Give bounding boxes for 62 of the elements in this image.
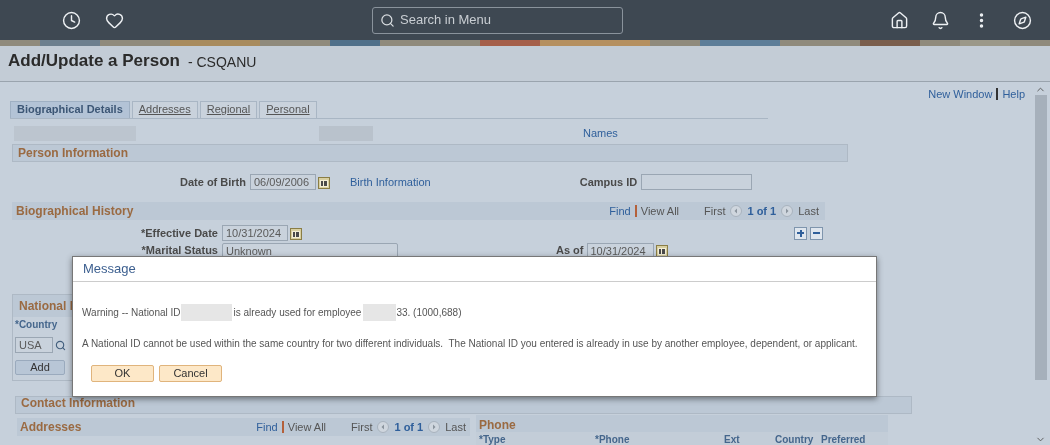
birth-information-link[interactable]: Birth Information [350,173,431,191]
find-link[interactable]: Find [609,202,631,220]
view-all-link[interactable]: View All [640,202,680,220]
section-header: Contact Information [15,396,912,414]
warning-text: 33. (1000,688) [396,306,462,320]
column-header: Country [774,432,815,445]
home-icon[interactable] [890,10,909,30]
search-icon [380,12,395,28]
heart-icon[interactable] [105,10,124,30]
field-label: *Marital Status [140,243,219,259]
first-link[interactable]: First [704,202,726,220]
redacted-block [180,304,232,321]
page-title: Add/Update a Person [8,49,180,72]
section-header: Person Information [12,144,848,162]
calendar-icon[interactable] [318,175,330,189]
tab[interactable]: Biographical Details [10,101,130,118]
calendar-icon[interactable] [290,226,302,240]
page-count: 1 of 1 [394,419,424,435]
dialog-title: Message [83,260,136,279]
section-header: Addresses Find View All First 1 of 1 Last [17,418,470,436]
calendar-icon[interactable] [655,244,668,257]
field-label: Date of Birth [179,174,247,190]
effective-date-field[interactable]: 10/31/2024 [222,225,288,241]
cancel-button[interactable]: Cancel [159,365,222,382]
tab[interactable]: Personal [259,101,317,118]
new-window-link[interactable]: New Window [928,85,993,103]
date-of-birth-field[interactable]: 06/09/2006 [250,174,316,190]
history-icon[interactable] [62,10,81,30]
last-link[interactable]: Last [798,202,819,220]
column-header: *Type [478,432,507,445]
delete-row-button[interactable] [810,226,823,240]
search-field[interactable]: Search in Menu [372,6,623,34]
field-label: Campus ID [579,174,639,190]
column-header: Preferred [820,432,867,445]
field-label: As of [556,243,585,259]
find-link[interactable]: Find [256,418,278,436]
warning-text: Warning -- National ID [82,306,181,320]
country-field[interactable]: USA [15,337,53,353]
ok-button[interactable]: OK [91,365,154,382]
notification-icon[interactable] [931,10,950,30]
names-link[interactable]: Names [583,124,618,142]
last-link[interactable]: Last [445,418,466,436]
page-count: 1 of 1 [747,203,777,219]
column-header: *Phone [594,432,631,445]
add-row-button[interactable] [794,226,807,240]
warning-text: is already used for employee [233,306,362,320]
lookup-icon[interactable] [55,339,66,351]
view-all-link[interactable]: View All [287,418,327,436]
field-label: *Effective Date [139,225,219,241]
section-header: Biographical History Find View All First 1 of 1 Last [12,202,825,220]
help-link[interactable]: Help [1002,85,1025,103]
redacted-block [363,304,397,321]
first-link[interactable]: First [351,418,373,436]
add-button[interactable]: Add [15,360,65,375]
phone-panel: Phone *Type *Phone Ext Country Preferred [476,415,888,445]
campus-id-field[interactable] [641,174,753,190]
compass-icon[interactable] [1013,10,1032,30]
column-header: *Country [15,318,58,332]
tab[interactable]: Regional [199,101,258,118]
column-header: Ext [723,432,741,445]
tab[interactable]: Addresses [131,101,198,118]
page-code: - CSQANU [187,53,257,72]
